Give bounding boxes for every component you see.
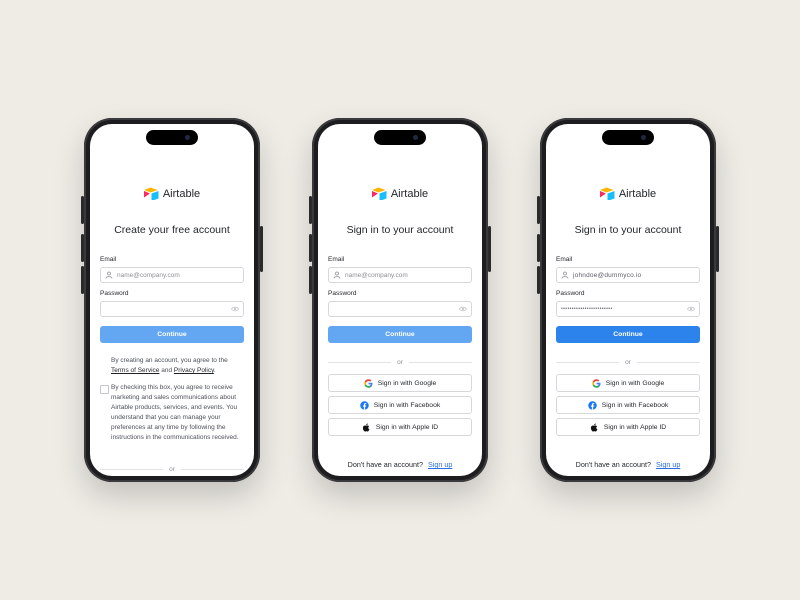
google-icon (591, 378, 601, 388)
user-icon (333, 271, 341, 279)
password-field[interactable]: •••••••••••••••••••••••• (556, 301, 700, 317)
email-label: Email (556, 256, 573, 263)
privacy-policy-link[interactable]: Privacy Policy (174, 367, 214, 374)
facebook-sign-in-button[interactable]: Sign in with Facebook (556, 396, 700, 414)
terms-pre: By creating an account, you agree to the (111, 357, 228, 364)
logo-text: Airtable (618, 187, 657, 200)
email-field[interactable]: johndoe@dummyco.io (556, 267, 700, 283)
facebook-icon (360, 400, 369, 410)
facebook-label: Sign in with Facebook (373, 401, 441, 409)
phone-create-account: Airtable Create your free account Email … (81, 118, 263, 482)
page-title: Create your free account (114, 224, 230, 236)
password-label: Password (328, 290, 357, 297)
logo-text: Airtable (162, 187, 201, 200)
password-field[interactable] (100, 301, 244, 317)
or-label: or (169, 465, 175, 473)
phone-sign-in-empty: Airtable Sign in to your account Email n… (309, 118, 491, 482)
email-field[interactable]: name@company.com (328, 267, 472, 283)
or-divider: or (328, 358, 472, 366)
airtable-logo-icon (371, 187, 387, 200)
sign-up-link[interactable]: Sign up (656, 460, 680, 469)
page-title: Sign in to your account (574, 224, 682, 236)
airtable-logo: Airtable (556, 187, 700, 200)
no-account-text: Don't have an account? (575, 460, 651, 469)
apple-label: Sign in with Apple ID (375, 423, 439, 431)
google-icon (363, 378, 373, 388)
phone-screen: Airtable Sign in to your account Email j… (546, 124, 710, 476)
continue-button[interactable]: Continue (100, 326, 244, 343)
email-placeholder: name@company.com (117, 271, 180, 279)
email-label: Email (100, 256, 117, 263)
signup-row: Don't have an account? Sign up (328, 460, 472, 469)
eye-icon[interactable] (231, 305, 239, 313)
email-field[interactable]: name@company.com (100, 267, 244, 283)
or-label: or (625, 358, 631, 366)
apple-icon (362, 423, 370, 431)
email-value: johndoe@dummyco.io (573, 271, 642, 279)
phone-screen: Airtable Create your free account Email … (90, 124, 254, 476)
airtable-logo: Airtable (328, 187, 472, 200)
apple-label: Sign in with Apple ID (603, 423, 667, 431)
google-label: Sign in with Google (605, 379, 665, 387)
phone-screen: Airtable Sign in to your account Email n… (318, 124, 482, 476)
or-label: or (397, 358, 403, 366)
password-label: Password (100, 290, 129, 297)
signup-row: Don't have an account? Sign up (556, 460, 700, 469)
password-label: Password (556, 290, 585, 297)
phone-sign-in-filled: Airtable Sign in to your account Email j… (537, 118, 719, 482)
apple-sign-in-button[interactable]: Sign in with Apple ID (556, 418, 700, 436)
facebook-icon (588, 400, 597, 410)
or-divider: or (100, 465, 244, 473)
email-placeholder: name@company.com (345, 271, 408, 279)
marketing-consent-text: By checking this box, you agree to recei… (111, 384, 239, 441)
continue-button[interactable]: Continue (556, 326, 700, 343)
user-icon (561, 271, 569, 279)
password-value: •••••••••••••••••••••••• (561, 306, 613, 312)
google-sign-in-button[interactable]: Sign in with Google (328, 374, 472, 392)
marketing-checkbox[interactable] (100, 385, 109, 394)
apple-icon (590, 423, 598, 431)
continue-button[interactable]: Continue (328, 326, 472, 343)
google-sign-in-button[interactable]: Sign in with Google (556, 374, 700, 392)
airtable-logo-icon (143, 187, 159, 200)
sign-up-link[interactable]: Sign up (428, 460, 452, 469)
facebook-label: Sign in with Facebook (601, 401, 669, 409)
terms-text: By creating an account, you agree to the… (111, 356, 244, 376)
airtable-logo: Airtable (100, 187, 244, 200)
email-label: Email (328, 256, 345, 263)
eye-icon[interactable] (459, 305, 467, 313)
logo-text: Airtable (390, 187, 429, 200)
apple-sign-in-button[interactable]: Sign in with Apple ID (328, 418, 472, 436)
user-icon (105, 271, 113, 279)
or-divider: or (556, 358, 700, 366)
no-account-text: Don't have an account? (347, 460, 423, 469)
airtable-logo-icon (599, 187, 615, 200)
eye-icon[interactable] (687, 305, 695, 313)
password-field[interactable] (328, 301, 472, 317)
facebook-sign-in-button[interactable]: Sign in with Facebook (328, 396, 472, 414)
terms-of-service-link[interactable]: Terms of Service (111, 367, 159, 374)
terms-end: . (213, 367, 216, 374)
terms-and: and (161, 367, 173, 374)
page-title: Sign in to your account (346, 224, 454, 236)
google-label: Sign in with Google (377, 379, 437, 387)
